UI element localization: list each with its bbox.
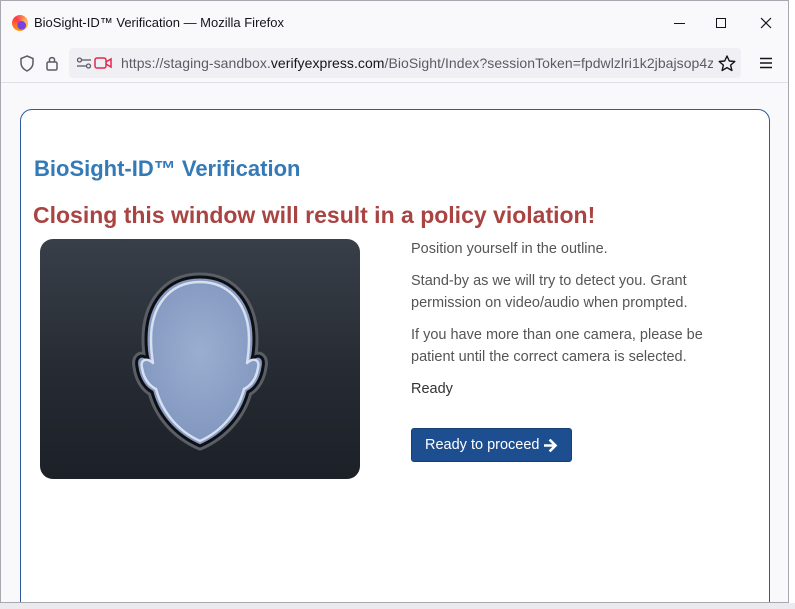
page-content: BioSight-ID™ Verification Closing this w… xyxy=(1,83,788,602)
face-outline-icon xyxy=(132,272,268,451)
status-text: Ready xyxy=(411,381,453,397)
navigation-bar: https://staging-sandbox.verifyexpress.co… xyxy=(1,44,788,83)
title-bar: BioSight-ID™ Verification — Mozilla Fire… xyxy=(1,1,788,44)
minimize-icon xyxy=(673,22,685,24)
url-path: /BioSight/Index?sessionToken=fpdwlzlri1k… xyxy=(384,55,713,71)
bookmark-star-icon[interactable] xyxy=(717,53,737,73)
url-text[interactable]: https://staging-sandbox.verifyexpress.co… xyxy=(121,55,713,71)
background-window-edge xyxy=(789,0,795,609)
instruction-standby: Stand-by as we will try to detect you. G… xyxy=(411,273,688,311)
camera-preview xyxy=(40,239,360,479)
verification-panel: BioSight-ID™ Verification Closing this w… xyxy=(20,109,770,602)
url-domain: verifyexpress.com xyxy=(270,55,385,71)
desktop-edge xyxy=(0,603,795,609)
browser-window: BioSight-ID™ Verification — Mozilla Fire… xyxy=(0,0,789,603)
instruction-camera: If you have more than one camera, please… xyxy=(411,327,703,365)
ready-to-proceed-button[interactable]: Ready to proceed xyxy=(411,428,573,462)
firefox-logo-icon xyxy=(12,15,28,31)
url-bar[interactable]: https://staging-sandbox.verifyexpress.co… xyxy=(46,48,741,78)
tracking-protection-shield-icon[interactable] xyxy=(17,53,37,73)
close-icon xyxy=(760,17,772,29)
maximize-icon xyxy=(716,18,726,28)
lock-icon[interactable] xyxy=(42,53,62,73)
proceed-button-label: Ready to proceed xyxy=(425,437,540,453)
close-window-button[interactable] xyxy=(746,9,786,37)
instruction-position: Position yourself in the outline. xyxy=(411,241,608,257)
minimize-button[interactable] xyxy=(659,9,699,37)
page-heading: BioSight-ID™ Verification xyxy=(34,156,301,181)
instructions: Position yourself in the outline. Stand-… xyxy=(411,238,741,410)
window-title: BioSight-ID™ Verification — Mozilla Fire… xyxy=(34,15,284,30)
maximize-button[interactable] xyxy=(701,9,741,37)
hamburger-menu-icon[interactable] xyxy=(756,53,776,73)
arrow-right-icon xyxy=(544,438,558,452)
url-prefix: https://staging-sandbox. xyxy=(121,55,271,71)
policy-warning: Closing this window will result in a pol… xyxy=(33,202,596,228)
camera-sharing-icon[interactable] xyxy=(93,53,113,73)
permissions-icon[interactable] xyxy=(74,53,94,73)
